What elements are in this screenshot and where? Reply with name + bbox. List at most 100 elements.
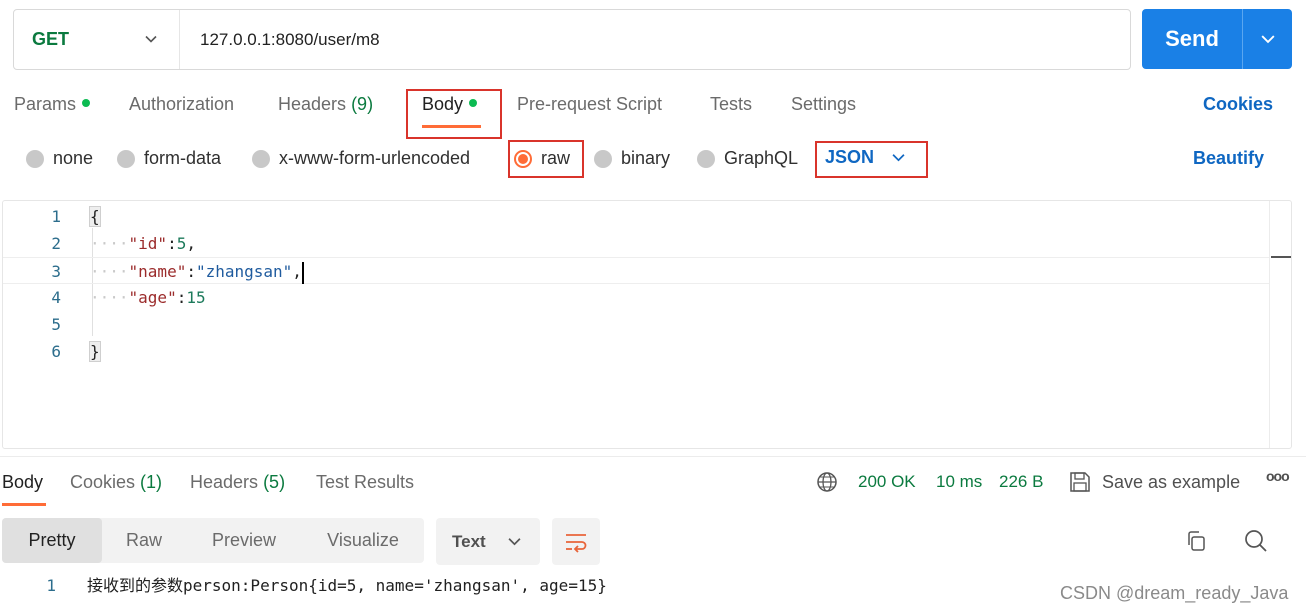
radio-x-www-form-urlencoded[interactable]: x-www-form-urlencoded [252, 148, 470, 169]
search-button[interactable] [1243, 528, 1269, 554]
wrap-lines-icon [566, 533, 587, 553]
json-key: "name" [128, 262, 187, 281]
json-value: "zhangsan" [195, 262, 293, 281]
radio-graphql[interactable]: GraphQL [697, 148, 798, 169]
tab-headers[interactable]: Headers (9) [278, 94, 373, 115]
radio-label: binary [621, 148, 671, 168]
view-mode-selector: Pretty Raw Preview Visualize [2, 518, 424, 563]
tab-label: Params [14, 94, 77, 114]
tab-count: (5) [263, 472, 286, 492]
body-editor[interactable]: 1 { 2 ····"id":5, 3 ····"name":"zhangsan… [2, 200, 1292, 449]
code-line: 4 ····"age":15 [3, 284, 1269, 311]
line-number: 6 [51, 342, 61, 361]
tab-label: Headers [278, 94, 347, 114]
text-caret [301, 261, 304, 284]
response-tab-test-results[interactable]: Test Results [316, 472, 414, 493]
json-value: 5 [176, 234, 187, 253]
radio-label: GraphQL [724, 148, 799, 168]
response-tab-headers[interactable]: Headers (5) [190, 472, 285, 493]
radio-label: x-www-form-urlencoded [279, 148, 471, 168]
copy-icon [1188, 531, 1205, 551]
response-line: 1 接收到的参数person:Person{id=5, name='zhangs… [0, 573, 1000, 599]
send-button[interactable]: Send [1142, 9, 1292, 69]
tab-pre-request-script[interactable]: Pre-request Script [517, 94, 662, 115]
indent-whitespace: ···· [90, 288, 129, 307]
tab-label: Headers [190, 472, 259, 492]
indent-whitespace: ···· [90, 234, 129, 253]
cookies-link[interactable]: Cookies [1203, 94, 1273, 115]
tab-label: Tests [710, 94, 753, 114]
tab-settings[interactable]: Settings [791, 94, 856, 115]
radio-label: form-data [144, 148, 222, 168]
send-options-button[interactable] [1243, 9, 1292, 69]
request-url-bar: GET [13, 9, 1131, 70]
url-input[interactable] [200, 29, 1100, 50]
tab-tests[interactable]: Tests [710, 94, 752, 115]
request-tabs: Params Authorization Headers (9) Body Pr… [0, 88, 1306, 128]
globe-icon[interactable] [816, 471, 838, 493]
comma: , [186, 234, 196, 253]
chevron-down-icon [145, 35, 157, 43]
send-label: Send [1142, 9, 1243, 69]
beautify-button[interactable]: Beautify [1193, 148, 1264, 169]
radio-circle [697, 149, 715, 168]
view-mode-pretty[interactable]: Pretty [2, 518, 102, 563]
radio-circle [594, 149, 612, 168]
save-icon[interactable] [1069, 471, 1091, 493]
copy-button[interactable] [1183, 528, 1209, 554]
code-line: 6 } [3, 338, 1269, 365]
tab-label: Authorization [129, 94, 235, 114]
code-line-current: 3 ····"name":"zhangsan", [3, 257, 1269, 284]
radio-form-data[interactable]: form-data [117, 148, 221, 169]
line-number: 4 [51, 288, 61, 307]
scrollbar-marker [1271, 256, 1291, 258]
view-mode-raw[interactable]: Raw [102, 518, 186, 563]
tab-label: Pre-request Script [517, 94, 663, 114]
indent-whitespace: ···· [90, 262, 129, 281]
view-mode-visualize[interactable]: Visualize [302, 518, 424, 563]
response-tab-body[interactable]: Body [2, 472, 43, 493]
active-dot-icon [82, 99, 91, 108]
json-key: "age" [128, 288, 177, 307]
tab-authorization[interactable]: Authorization [129, 94, 234, 115]
tab-params[interactable]: Params [14, 94, 91, 115]
chevron-down-icon [1261, 35, 1274, 44]
highlight-box-json [815, 141, 928, 178]
view-mode-preview[interactable]: Preview [186, 518, 302, 563]
format-label: Text [452, 531, 486, 551]
line-number: 2 [51, 234, 61, 253]
response-size[interactable]: 226 B [999, 472, 1043, 492]
code-line: 1 { [3, 203, 1269, 230]
chevron-down-icon [508, 538, 521, 546]
wrap-lines-button[interactable] [552, 518, 600, 565]
radio-circle [252, 149, 270, 168]
tab-label: Test Results [316, 472, 415, 492]
status-code[interactable]: 200 OK [858, 472, 916, 492]
save-as-example-button[interactable]: Save as example [1102, 472, 1240, 493]
colon: : [167, 234, 177, 253]
open-brace: { [89, 206, 101, 227]
tab-count: (1) [140, 472, 163, 492]
editor-scrollbar[interactable] [1269, 201, 1291, 448]
json-value: 15 [186, 288, 206, 307]
search-icon [1245, 530, 1267, 552]
colon: : [176, 288, 187, 307]
more-options-icon[interactable]: ooo [1266, 468, 1290, 484]
response-time[interactable]: 10 ms [936, 472, 982, 492]
method-select[interactable]: GET [14, 10, 180, 69]
active-response-tab-underline [2, 503, 46, 506]
watermark: CSDN @dream_ready_Java [1060, 583, 1289, 603]
colon: : [186, 262, 196, 281]
tab-label: Settings [791, 94, 857, 114]
response-format-select[interactable]: Text [436, 518, 540, 565]
radio-label: none [53, 148, 94, 168]
close-brace: } [89, 341, 101, 362]
code-line: 5 [3, 311, 1269, 338]
radio-none[interactable]: none [26, 148, 93, 169]
method-label: GET [32, 29, 70, 49]
tab-label: Cookies [70, 472, 136, 492]
response-tab-cookies[interactable]: Cookies (1) [70, 472, 162, 493]
line-number: 3 [51, 262, 61, 281]
json-key: "id" [128, 234, 168, 253]
radio-binary[interactable]: binary [594, 148, 670, 169]
